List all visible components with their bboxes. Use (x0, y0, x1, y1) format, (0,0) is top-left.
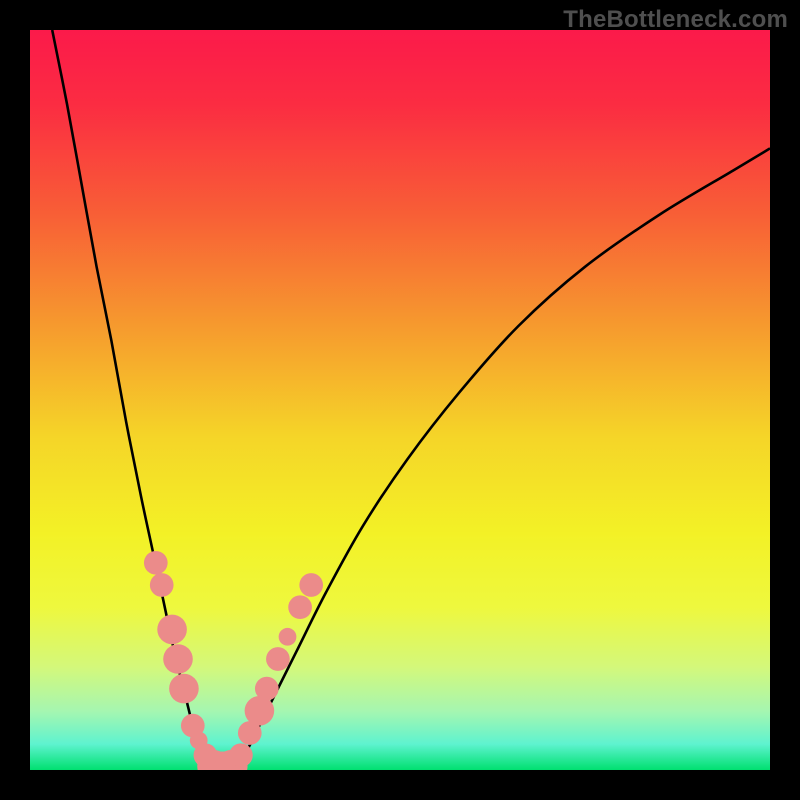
watermark-text: TheBottleneck.com (563, 6, 788, 34)
curve-layer (30, 30, 770, 770)
marker-group (144, 551, 323, 770)
highlight-dot (163, 644, 193, 674)
highlight-dot (245, 696, 275, 726)
highlight-dot (144, 551, 168, 575)
highlight-dot (157, 615, 187, 645)
highlight-dot (279, 628, 297, 646)
highlight-dot (229, 743, 253, 767)
highlight-dot (255, 677, 279, 701)
chart-frame: TheBottleneck.com (0, 0, 800, 800)
highlight-dot (169, 674, 199, 704)
plot-area (30, 30, 770, 770)
highlight-dot (288, 595, 312, 619)
highlight-dot (150, 573, 174, 597)
highlight-dot (299, 573, 323, 597)
right-curve (230, 148, 770, 770)
highlight-dot (266, 647, 290, 671)
